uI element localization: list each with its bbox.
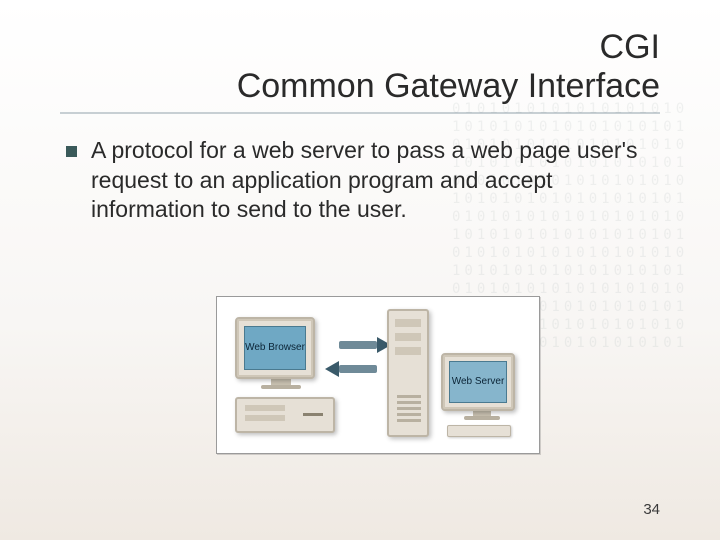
diagram-client-server: Web Browser Web Server [216, 296, 540, 454]
bullet-text: A protocol for a web server to pass a we… [91, 136, 640, 224]
title-line-1: CGI [600, 28, 660, 66]
arrow-response-icon [331, 363, 385, 375]
server-keyboard-icon [447, 425, 511, 437]
client-screen-label: Web Browser [244, 326, 306, 370]
client-desktop-icon [235, 397, 335, 433]
arrow-request-icon [331, 339, 385, 351]
server-screen-label: Web Server [449, 361, 507, 403]
square-bullet-icon [66, 146, 77, 157]
slide-title: CGI Common Gateway Interface [60, 28, 660, 106]
server-monitor-icon: Web Server [441, 353, 523, 420]
title-line-2: Common Gateway Interface [237, 67, 660, 105]
server-tower-icon [387, 309, 429, 437]
bullet-row: A protocol for a web server to pass a we… [60, 136, 640, 224]
client-monitor-icon: Web Browser [235, 317, 327, 389]
slide: CGI Common Gateway Interface A protocol … [0, 0, 720, 540]
page-number: 34 [643, 501, 660, 518]
slide-title-block: CGI Common Gateway Interface [60, 28, 660, 114]
